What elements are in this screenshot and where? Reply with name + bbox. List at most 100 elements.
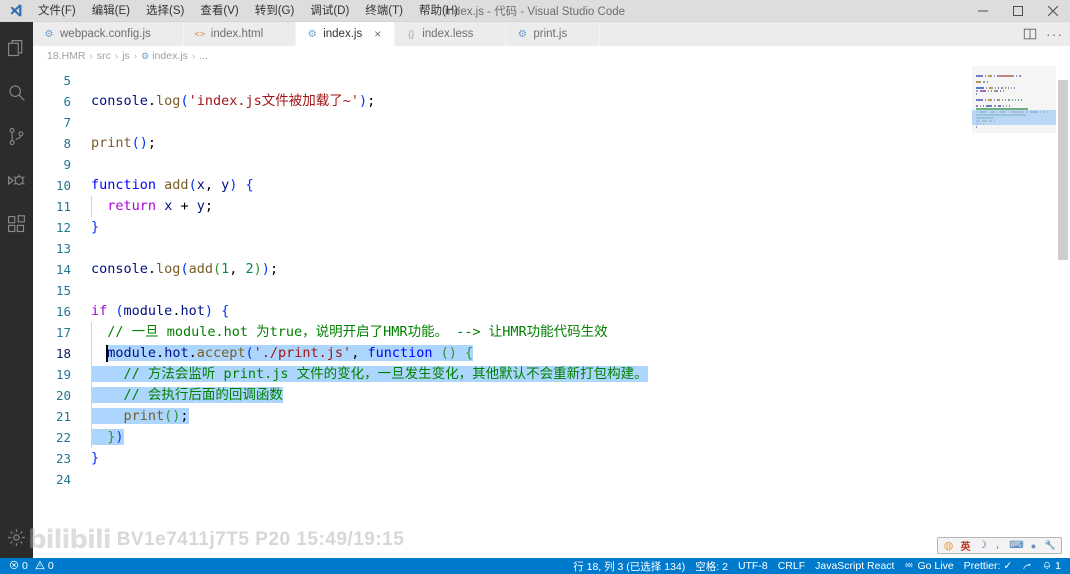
line-number: 18 bbox=[55, 346, 71, 361]
tab-index-less[interactable]: {} index.less × bbox=[395, 22, 507, 46]
menu-terminal[interactable]: 终端(T) bbox=[357, 0, 411, 22]
line-number: 23 bbox=[55, 451, 71, 466]
search-icon[interactable] bbox=[0, 70, 33, 114]
code-token: ) bbox=[204, 303, 213, 319]
html-file-icon: <> bbox=[194, 29, 206, 39]
code-token: // 方法会监听 print.js 文件的变化，一旦发生变化，其他默认不会重新打… bbox=[91, 366, 648, 382]
less-file-icon: {} bbox=[408, 29, 415, 39]
cursor-position[interactable]: 行 18, 列 3 (已选择 134) bbox=[568, 558, 690, 574]
code-line[interactable]: 14 console.log(add(1, 2)); bbox=[33, 259, 972, 280]
tab-index-html[interactable]: <> index.html × bbox=[183, 22, 297, 46]
code-line[interactable]: 7 bbox=[33, 112, 972, 133]
code-line[interactable]: 20 // 会执行后面的回调函数 bbox=[33, 385, 972, 406]
line-number: 12 bbox=[55, 220, 71, 235]
language-mode[interactable]: JavaScript React bbox=[810, 558, 899, 574]
code-line[interactable]: 9 bbox=[33, 154, 972, 175]
code-line[interactable]: 15 bbox=[33, 280, 972, 301]
user-icon[interactable]: ● bbox=[1027, 539, 1040, 552]
tab-index-js[interactable]: ⚙ index.js × bbox=[296, 22, 396, 46]
prettier-status[interactable]: Prettier: ✓ bbox=[959, 558, 1017, 574]
line-number: 21 bbox=[55, 409, 71, 424]
breadcrumb-item-src[interactable]: src bbox=[97, 50, 111, 62]
indent-guide bbox=[91, 322, 92, 343]
maximize-button[interactable] bbox=[1000, 0, 1035, 22]
tab-close-icon[interactable]: × bbox=[371, 28, 384, 41]
indent-guide bbox=[91, 406, 92, 427]
indentation[interactable]: 空格: 2 bbox=[690, 558, 733, 574]
code-line[interactable]: 24 bbox=[33, 469, 972, 490]
breadcrumb-item-symbols[interactable]: ... bbox=[199, 50, 208, 62]
minimap-slider[interactable] bbox=[972, 66, 1056, 133]
code-line[interactable]: 17 // 一旦 module.hot 为true，说明开启了HMR功能。 --… bbox=[33, 322, 972, 343]
scrollbar-thumb[interactable] bbox=[1058, 80, 1068, 260]
problems-status[interactable]: 0 0 bbox=[4, 558, 59, 574]
menu-file[interactable]: 文件(F) bbox=[30, 0, 84, 22]
menu-view[interactable]: 查看(V) bbox=[192, 0, 246, 22]
breadcrumb[interactable]: 18.HMR › src › js › ⚙ index.js › ... bbox=[33, 46, 1070, 66]
line-number: 10 bbox=[55, 178, 71, 193]
overlay-gear-icon bbox=[6, 530, 23, 552]
window-controls[interactable] bbox=[965, 0, 1070, 22]
code-token: console bbox=[91, 261, 148, 277]
feedback-smiley-icon[interactable] bbox=[1017, 558, 1037, 574]
code-token bbox=[91, 408, 124, 424]
code-line[interactable]: 10 function add(x, y) { bbox=[33, 175, 972, 196]
code-line[interactable]: 23} bbox=[33, 448, 972, 469]
editor-actions: ··· bbox=[1023, 22, 1070, 46]
toolbox-icon[interactable]: 🔧 bbox=[1044, 539, 1057, 552]
ime-toolbar[interactable]: ◍ 英 ☽ ， ⌨ ● 🔧 bbox=[937, 537, 1062, 554]
code-line[interactable]: 12} bbox=[33, 217, 972, 238]
menu-edit[interactable]: 编辑(E) bbox=[84, 0, 138, 22]
eol[interactable]: CRLF bbox=[773, 558, 810, 574]
debug-icon[interactable] bbox=[0, 158, 33, 202]
minimize-button[interactable] bbox=[965, 0, 1000, 22]
js-file-icon: ⚙ bbox=[307, 28, 317, 40]
extensions-icon[interactable] bbox=[0, 202, 33, 246]
go-live[interactable]: Go Live bbox=[899, 558, 958, 574]
code-line[interactable]: 21 print(); bbox=[33, 406, 972, 427]
breadcrumb-item-18hmr[interactable]: 18.HMR bbox=[47, 50, 86, 62]
sogou-logo-icon[interactable]: ◍ bbox=[942, 539, 955, 552]
menu-selection[interactable]: 选择(S) bbox=[138, 0, 192, 22]
tab-webpack-config-js[interactable]: ⚙ webpack.config.js × bbox=[33, 22, 184, 46]
notifications-bell[interactable]: 1 bbox=[1037, 558, 1066, 574]
code-line[interactable]: 22 }) bbox=[33, 427, 972, 448]
punctuation-icon[interactable]: ， bbox=[993, 539, 1006, 552]
moon-icon[interactable]: ☽ bbox=[976, 539, 989, 552]
title-bar: 文件(F) 编辑(E) 选择(S) 查看(V) 转到(G) 调试(D) 终端(T… bbox=[0, 0, 1070, 22]
source-control-icon[interactable] bbox=[0, 114, 33, 158]
menu-help[interactable]: 帮助(H) bbox=[411, 0, 466, 22]
line-number: 5 bbox=[63, 73, 71, 88]
split-editor-icon[interactable] bbox=[1023, 27, 1037, 41]
encoding[interactable]: UTF-8 bbox=[733, 558, 773, 574]
code-lines[interactable]: 5 6 console.log('index.js文件被加载了~'); 7 8 print… bbox=[33, 66, 972, 490]
tab-print-js[interactable]: ⚙ print.js × bbox=[506, 22, 601, 46]
code-line[interactable]: 11 return x + y; bbox=[33, 196, 972, 217]
editor-vertical-scrollbar[interactable] bbox=[1056, 66, 1070, 558]
tab-label: index.html bbox=[210, 28, 264, 40]
menu-debug[interactable]: 调试(D) bbox=[302, 0, 357, 22]
code-token: function bbox=[91, 177, 157, 193]
menu-bar[interactable]: 文件(F) 编辑(E) 选择(S) 查看(V) 转到(G) 调试(D) 终端(T… bbox=[30, 0, 466, 22]
minimap[interactable] bbox=[972, 66, 1056, 558]
code-editor[interactable]: 5 6 console.log('index.js文件被加载了~'); 7 8 print… bbox=[33, 66, 972, 558]
breadcrumb-item-index-js[interactable]: ⚙ index.js bbox=[141, 50, 188, 62]
code-line[interactable]: 19 // 方法会监听 print.js 文件的变化，一旦发生变化，其他默认不会… bbox=[33, 364, 972, 385]
close-button[interactable] bbox=[1035, 0, 1070, 22]
code-line[interactable]: 18 module.hot.accept('./print.js', funct… bbox=[33, 343, 972, 364]
code-line[interactable]: 16 if (module.hot) { bbox=[33, 301, 972, 322]
broadcast-icon bbox=[904, 560, 914, 573]
soft-keyboard-icon[interactable]: ⌨ bbox=[1009, 539, 1023, 552]
code-line[interactable]: 13 bbox=[33, 238, 972, 259]
breadcrumb-item-js[interactable]: js bbox=[122, 50, 130, 62]
code-line[interactable]: 8 print(); bbox=[33, 133, 972, 154]
more-actions-icon[interactable]: ··· bbox=[1046, 27, 1063, 41]
code-line[interactable]: 5 bbox=[33, 70, 972, 91]
code-line-text: } bbox=[90, 448, 99, 469]
language-mode-icon[interactable]: 英 bbox=[959, 539, 972, 553]
code-token bbox=[456, 345, 466, 361]
code-line[interactable]: 6 console.log('index.js文件被加载了~'); bbox=[33, 91, 972, 112]
menu-go[interactable]: 转到(G) bbox=[247, 0, 303, 22]
bell-icon bbox=[1042, 560, 1052, 573]
explorer-icon[interactable] bbox=[0, 26, 33, 70]
